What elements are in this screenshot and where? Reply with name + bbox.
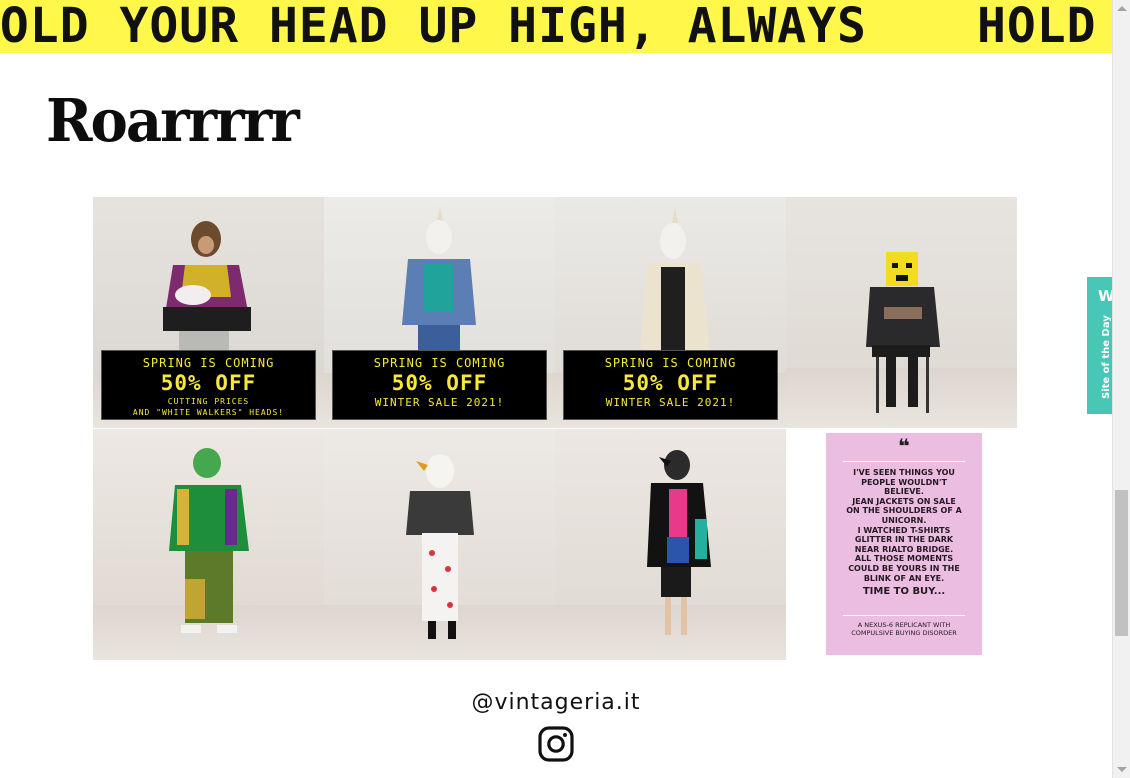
promo-line3: WINTER SALE 2021! [374, 396, 505, 409]
promo-banner: SPRING IS COMING 50% OFF WINTER SALE 202… [332, 350, 547, 420]
promo-line3: CUTTING PRICES [167, 397, 250, 406]
quote-line: JEAN JACKETS ON SALE [852, 496, 956, 506]
marquee-text: HOLD YOUR HEAD UP HIGH, ALWAYS [0, 0, 867, 53]
quote-line: PEOPLE WOULDN'T [861, 477, 947, 487]
quote-line: I WATCHED T-SHIRTS [857, 525, 951, 535]
quote-divider-bottom [843, 615, 965, 617]
instagram-handle-link[interactable]: @vintageria.it [0, 690, 1112, 715]
quote-line: COULD BE YOURS IN THE [848, 563, 960, 573]
quote-body: I'VE SEEN THINGS YOU PEOPLE WOULDN'T BEL… [826, 468, 982, 583]
quote-signature-line: A NEXUS-6 REPLICANT WITH [857, 621, 951, 630]
quote-line: BLINK OF AN EYE. [863, 573, 945, 583]
product-tile-penguin[interactable] [555, 429, 786, 660]
promo-banner: SPRING IS COMING 50% OFF WINTER SALE 202… [563, 350, 778, 420]
product-tile-unicorn-coat[interactable]: SPRING IS COMING 50% OFF WINTER SALE 202… [555, 197, 786, 428]
marquee-banner: HOLD YOUR HEAD UP HIGH, ALWAYS HOLD YOUR… [0, 0, 1112, 53]
quote-line: ALL THOSE MOMENTS [854, 554, 954, 564]
badge-label: Site of the Day [1101, 315, 1112, 399]
quote-line: UNICORN. [881, 515, 927, 525]
quote-mark-icon: ❝ [898, 434, 910, 458]
promo-banner: SPRING IS COMING 50% OFF CUTTING PRICES … [101, 350, 316, 420]
quote-cta: TIME TO BUY... [862, 586, 946, 598]
scroll-down-arrow-icon[interactable] [1117, 767, 1127, 772]
quote-line: ON THE SHOULDERS OF A [846, 506, 962, 516]
promo-line3: WINTER SALE 2021! [605, 396, 736, 409]
quote-signature-line: COMPULSIVE BUYING DISORDER [851, 629, 957, 638]
marquee-text-repeat: HOLD YOUR HEAD UP HIGH, ALWAYS [976, 0, 1112, 53]
product-tile-tiger[interactable] [786, 197, 1017, 428]
penguin-mask-figure [647, 450, 711, 635]
scrollbar-thumb[interactable] [1115, 490, 1128, 636]
promo-discount: 50% OFF [160, 371, 257, 395]
frog-mask-figure [169, 448, 249, 633]
instagram-icon[interactable] [538, 726, 574, 762]
promo-discount: 50% OFF [622, 371, 719, 395]
promo-line1: SPRING IS COMING [604, 356, 737, 370]
quote-line: I'VE SEEN THINGS YOU [853, 468, 955, 477]
quote-line: GLITTER IN THE DARK [854, 535, 954, 545]
quote-card[interactable]: ❝ I'VE SEEN THINGS YOU PEOPLE WOULDN'T B… [826, 433, 982, 655]
promo-line1: SPRING IS COMING [142, 356, 275, 370]
page-title: Roarrrrr [46, 86, 300, 156]
quote-line: BELIEVE. [884, 487, 924, 497]
promo-line4: AND "WHITE WALKERS" HEADS! [132, 408, 285, 417]
product-tile-seagull[interactable] [324, 429, 555, 660]
product-grid: SPRING IS COMING 50% OFF CUTTING PRICES … [93, 197, 1018, 660]
quote-line: NEAR RIALTO BRIDGE. [854, 544, 954, 554]
promo-line1: SPRING IS COMING [373, 356, 506, 370]
product-tile-unicorn-jeans[interactable]: SPRING IS COMING 50% OFF WINTER SALE 202… [324, 197, 555, 428]
scroll-up-arrow-icon[interactable] [1117, 6, 1127, 11]
quote-divider [843, 461, 965, 462]
seagull-mask-figure [406, 454, 474, 639]
promo-discount: 50% OFF [391, 371, 488, 395]
product-tile-monkey[interactable]: SPRING IS COMING 50% OFF CUTTING PRICES … [93, 197, 324, 428]
quote-signature: A NEXUS-6 REPLICANT WITH COMPULSIVE BUYI… [826, 621, 982, 637]
vertical-scrollbar[interactable] [1112, 0, 1130, 778]
tiger-sitting-figure [866, 252, 940, 413]
product-tile-frog[interactable] [93, 429, 324, 660]
